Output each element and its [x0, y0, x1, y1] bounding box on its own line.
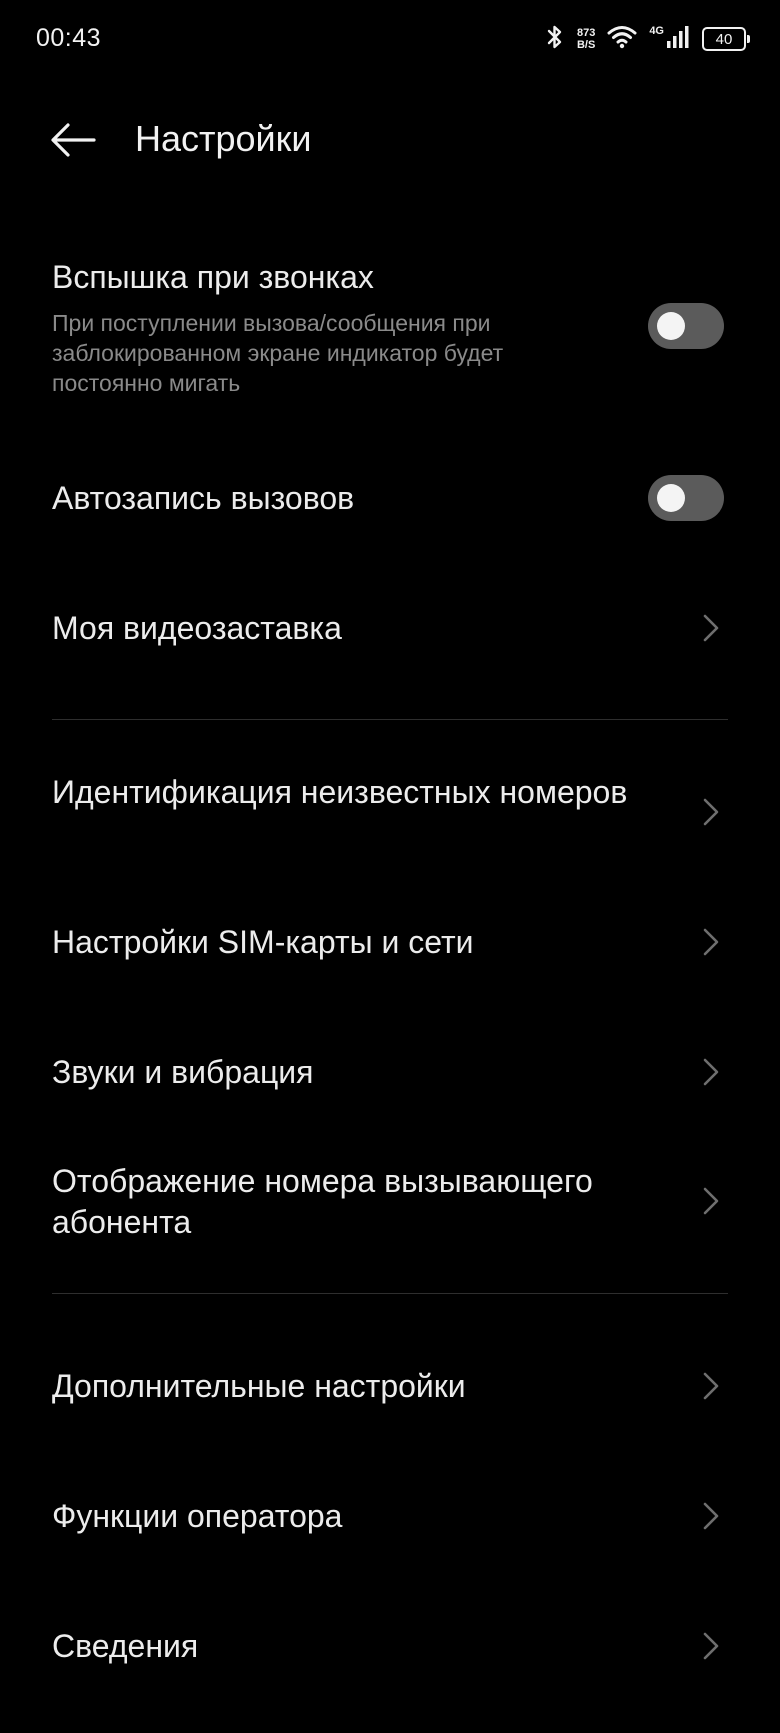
status-time: 00:43	[36, 24, 102, 52]
setting-operator-functions[interactable]: Функции оператора	[52, 1496, 728, 1537]
chevron-right-icon	[703, 1372, 719, 1400]
setting-title: Вспышка при звонках	[52, 259, 374, 295]
chevron-right-icon	[703, 1502, 719, 1530]
setting-sounds-vibration[interactable]: Звуки и вибрация	[52, 1052, 728, 1093]
setting-advanced[interactable]: Дополнительные настройки	[52, 1366, 728, 1407]
status-bar: 00:43 873 B/S 4G 40	[0, 0, 780, 80]
status-icons: 873 B/S 4G 40	[545, 22, 750, 56]
setting-title: Автозапись вызовов	[52, 480, 355, 516]
chevron-right-icon	[703, 798, 719, 826]
setting-title: Функции оператора	[52, 1498, 343, 1534]
page-title: Настройки	[135, 118, 312, 159]
setting-title: Идентификация неизвестных номеров	[52, 774, 628, 810]
chevron-right-icon	[703, 1632, 719, 1660]
setting-about[interactable]: Сведения	[52, 1626, 728, 1667]
setting-title: Моя видеозаставка	[52, 610, 342, 646]
chevron-right-icon	[703, 928, 719, 956]
auto-record-toggle[interactable]	[648, 475, 724, 521]
arrow-left-icon	[51, 123, 96, 157]
setting-auto-record[interactable]: Автозапись вызовов	[52, 475, 728, 521]
divider	[52, 719, 728, 720]
toggle-knob	[657, 312, 685, 340]
speed-value: 873	[576, 27, 596, 39]
setting-title: Звуки и вибрация	[52, 1054, 314, 1090]
setting-unknown-numbers-id[interactable]: Идентификация неизвестных номеров	[52, 772, 728, 826]
bluetooth-icon	[545, 24, 565, 55]
speed-unit: B/S	[576, 39, 596, 51]
network-speed: 873 B/S	[577, 27, 595, 51]
setting-flash-on-calls[interactable]: Вспышка при звонках При поступлении вызо…	[52, 257, 728, 398]
setting-caller-id-display[interactable]: Отображение номера вызывающего абонента	[52, 1161, 728, 1243]
back-button[interactable]	[48, 118, 98, 162]
wifi-icon	[607, 25, 637, 54]
setting-subtitle: При поступлении вызова/сообщения при заб…	[52, 310, 504, 396]
chevron-right-icon	[703, 1058, 719, 1086]
setting-title: Настройки SIM-карты и сети	[52, 924, 474, 960]
setting-title: Дополнительные настройки	[52, 1368, 466, 1404]
signal-icon	[666, 25, 690, 54]
header: Настройки	[0, 100, 780, 180]
setting-sim-network[interactable]: Настройки SIM-карты и сети	[52, 922, 728, 963]
network-type: 4G	[649, 25, 664, 37]
flash-toggle[interactable]	[648, 303, 724, 349]
battery-icon: 40	[702, 27, 750, 51]
chevron-right-icon	[703, 1187, 719, 1215]
setting-title: Сведения	[52, 1628, 199, 1664]
setting-title: Отображение номера вызывающего абонента	[52, 1163, 593, 1240]
setting-video-screensaver[interactable]: Моя видеозаставка	[52, 608, 728, 649]
chevron-right-icon	[703, 614, 719, 642]
divider	[52, 1293, 728, 1294]
battery-level: 40	[715, 30, 733, 48]
toggle-knob	[657, 484, 685, 512]
